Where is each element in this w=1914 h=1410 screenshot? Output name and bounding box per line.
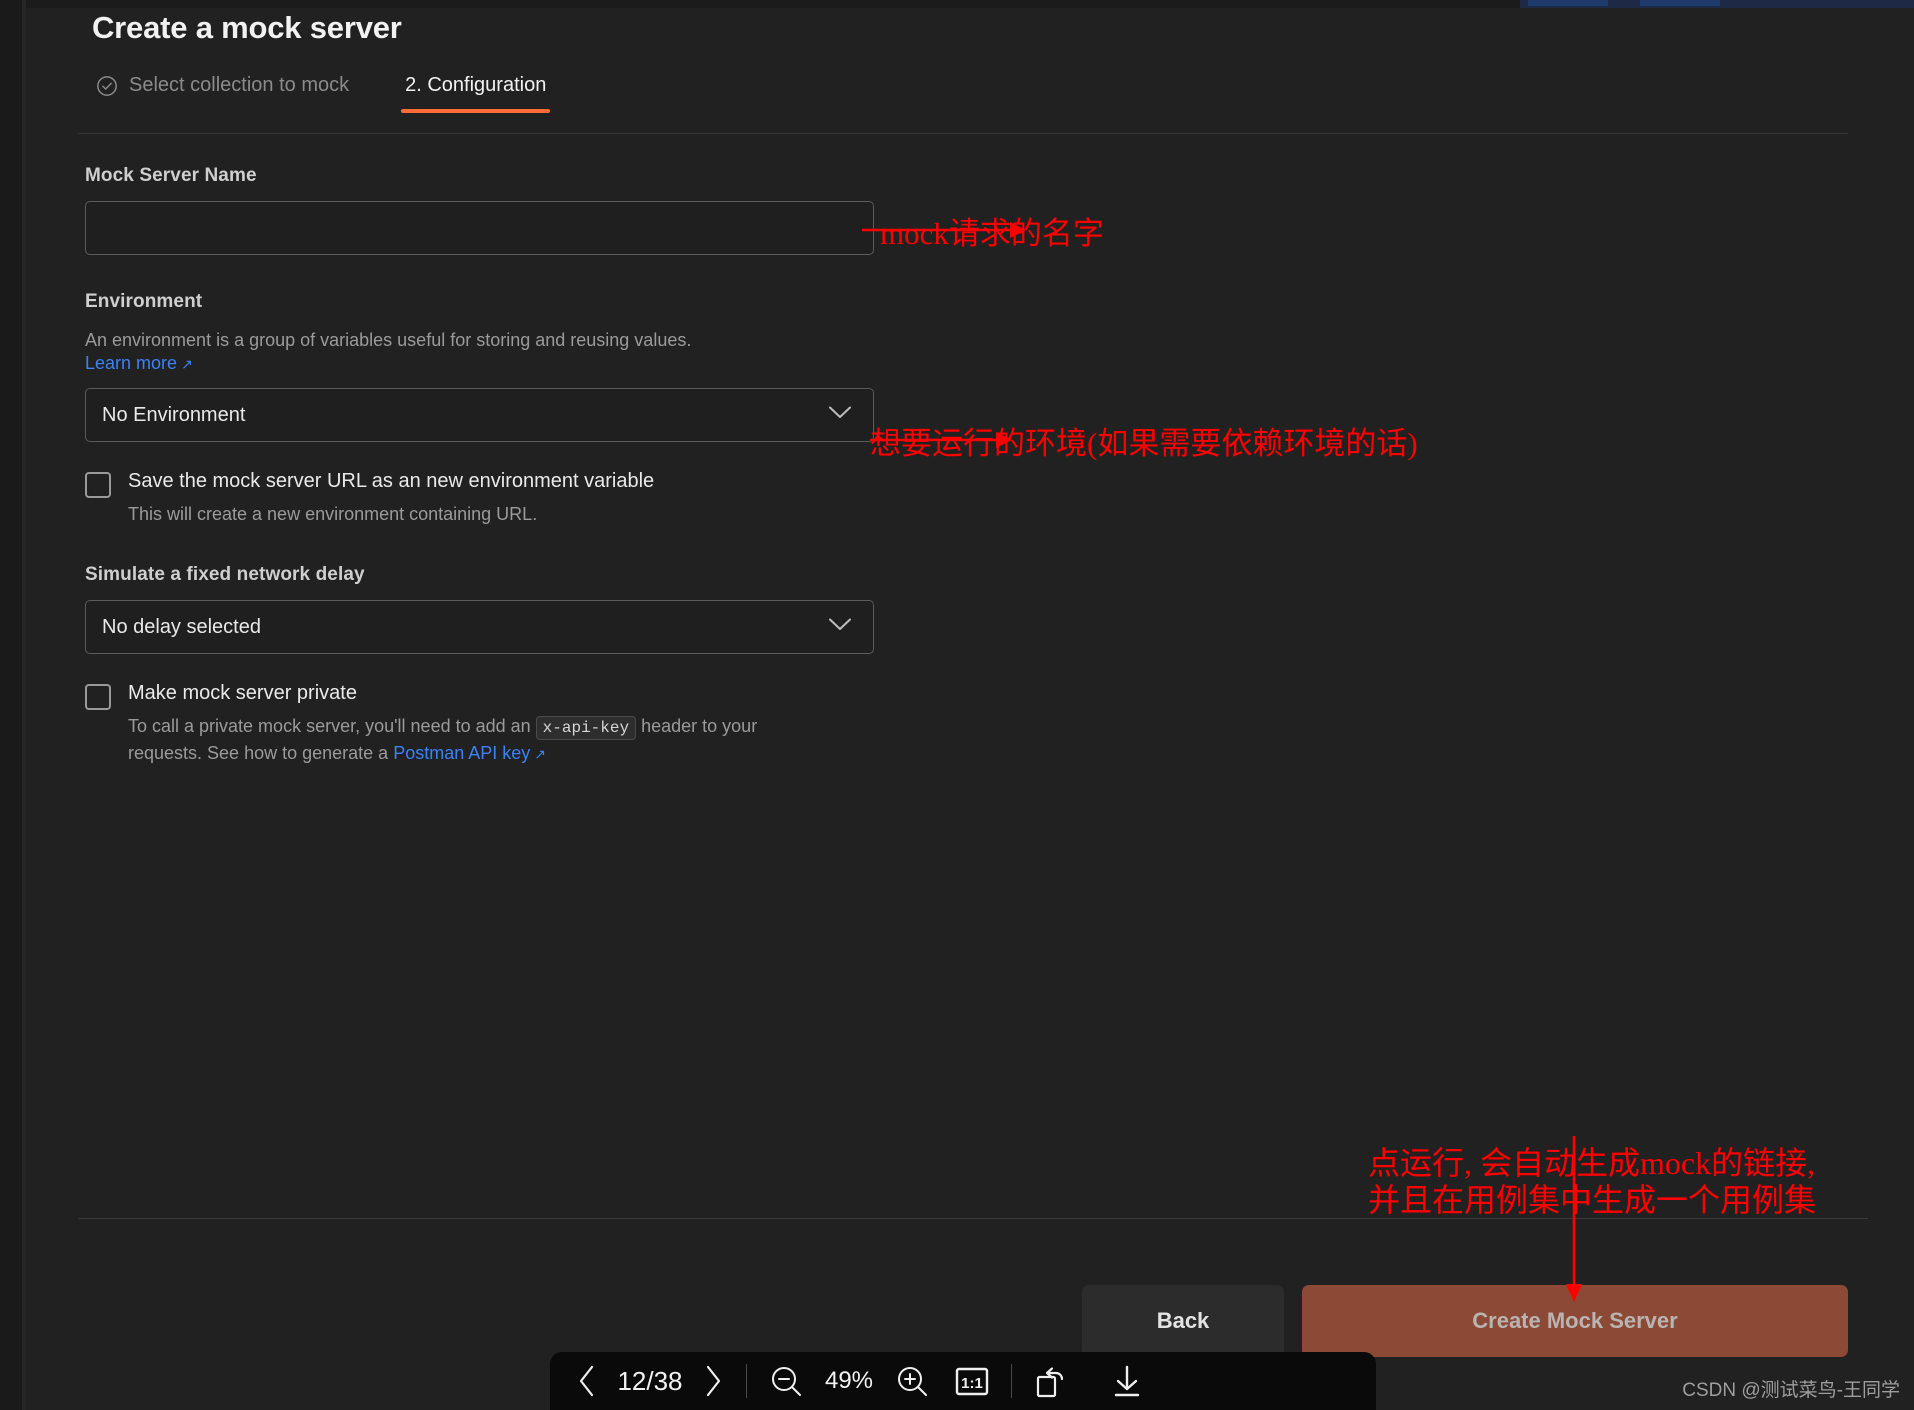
mock-server-name-input[interactable] (85, 201, 874, 255)
zoom-in-icon[interactable] (895, 1364, 929, 1398)
delay-select[interactable]: No delay selected (85, 600, 874, 655)
toolbar-divider-2 (1011, 1364, 1012, 1398)
tab-select-collection-label: Select collection to mock (129, 74, 350, 96)
x-api-key-code: x-api-key (535, 716, 637, 741)
page-indicator[interactable]: 12/38 (598, 1366, 702, 1397)
external-link-icon: ↗ (181, 356, 193, 373)
tab-configuration[interactable]: 2. Configuration (401, 74, 551, 113)
zoom-out-icon[interactable] (769, 1364, 803, 1398)
back-button[interactable]: Back (1082, 1285, 1284, 1357)
tab-configuration-label: 2. Configuration (405, 74, 547, 96)
annotation-create-line2: 并且在用例集中生成一个用例集 (1368, 1182, 1817, 1219)
private-checkbox-label: Make mock server private (128, 682, 357, 705)
postman-api-key-link[interactable]: Postman API key ↗ (393, 740, 546, 767)
mock-server-name-label: Mock Server Name (85, 165, 257, 186)
private-checkbox[interactable] (85, 684, 111, 711)
external-link-icon: ↗ (534, 746, 547, 763)
toolbar-divider-1 (746, 1364, 747, 1398)
delay-label: Simulate a fixed network delay (85, 564, 365, 586)
save-url-checkbox-sublabel: This will create a new environment conta… (128, 504, 538, 525)
footer-divider (78, 1218, 1868, 1219)
step-tabs: Select collection to mock 2. Configurati… (92, 74, 551, 113)
chevron-down-icon (829, 618, 851, 636)
private-checkbox-row[interactable]: Make mock server private To call a priva… (85, 682, 985, 767)
save-url-checkbox-label: Save the mock server URL as an new envir… (128, 470, 655, 493)
svg-text:1:1: 1:1 (961, 1375, 983, 1392)
viewer-toolbar: 12/38 49% 1:1 (550, 1352, 1376, 1410)
environment-description: An environment is a group of variables u… (85, 330, 692, 350)
chevron-left-icon[interactable] (576, 1364, 598, 1398)
background-window-chip-2 (1640, 0, 1720, 6)
save-url-checkbox-row[interactable]: Save the mock server URL as an new envir… (85, 470, 985, 528)
private-checkbox-sublabel: To call a private mock server, you'll ne… (128, 713, 768, 767)
one-to-one-icon[interactable]: 1:1 (955, 1364, 989, 1398)
header-divider (78, 133, 1848, 134)
learn-more-label: Learn more (85, 353, 178, 374)
annotation-create-text: 点运行, 会自动生成mock的链接, 并且在用例集中生成一个用例集 (1368, 1145, 1816, 1220)
download-icon[interactable] (1110, 1364, 1144, 1398)
csdn-watermark: CSDN @测试菜鸟-王同学 (1682, 1380, 1900, 1401)
left-gutter (0, 0, 22, 1410)
environment-select-value: No Environment (102, 403, 246, 426)
check-circle-icon (96, 75, 118, 97)
learn-more-link[interactable]: Learn more ↗ (85, 353, 193, 374)
tab-select-collection[interactable]: Select collection to mock (92, 74, 353, 113)
annotation-create-line1: 点运行, 会自动生成mock的链接, (1368, 1145, 1816, 1181)
save-url-checkbox[interactable] (85, 472, 111, 499)
chevron-down-icon (829, 406, 851, 424)
left-gutter-edge (22, 0, 26, 1410)
create-mock-server-button[interactable]: Create Mock Server (1302, 1285, 1848, 1357)
background-window-chip-1 (1528, 0, 1608, 6)
environment-label: Environment (85, 291, 203, 312)
page-title: Create a mock server (92, 10, 402, 45)
chevron-right-icon[interactable] (702, 1364, 724, 1398)
environment-select[interactable]: No Environment (85, 388, 874, 443)
private-sublabel-part1: To call a private mock server, you'll ne… (128, 716, 531, 737)
app-root: Create a mock server Select collection t… (0, 0, 1914, 1410)
rotate-icon[interactable] (1034, 1364, 1068, 1398)
postman-api-key-label: Postman API key (393, 743, 531, 764)
delay-select-value: No delay selected (102, 615, 261, 638)
configuration-form: Mock Server Name Environment An environm… (85, 165, 985, 767)
zoom-level[interactable]: 49% (803, 1367, 895, 1395)
